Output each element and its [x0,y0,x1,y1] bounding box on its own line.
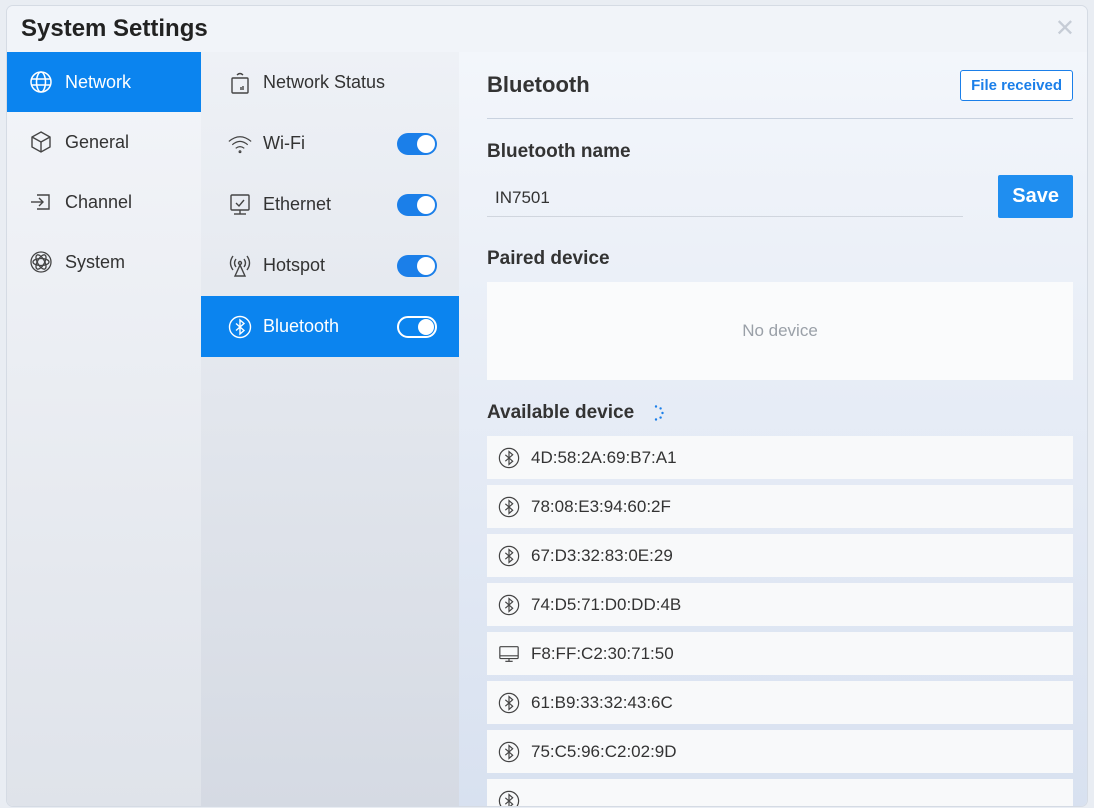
list-item[interactable]: 78:08:E3:94:60:2F [487,485,1073,528]
ethernet-toggle[interactable] [397,193,437,216]
list-item[interactable]: F8:FF:C2:30:71:50 [487,632,1073,675]
nav-item-label: Channel [65,191,133,212]
wifi-toggle[interactable] [397,132,437,155]
empty-state-text: No device [742,321,818,340]
bluetooth-icon [497,593,521,617]
subnav-item-wifi[interactable]: Wi-Fi [201,113,459,174]
loading-spinner-icon [648,405,664,421]
subnav-item-label: Wi-Fi [263,133,305,153]
router-icon [228,71,252,95]
nav-item-network[interactable]: Network [7,52,201,112]
device-mac: F8:FF:C2:30:71:50 [531,643,674,663]
ethernet-icon [228,193,252,217]
device-mac: 75:C5:96:C2:02:9D [531,741,677,761]
list-item[interactable]: 67:D3:32:83:0E:29 [487,534,1073,577]
bluetooth-icon [497,544,521,568]
bluetooth-icon [497,740,521,764]
list-item[interactable]: 61:B9:33:32:43:6C [487,681,1073,724]
bluetooth-icon [497,446,521,470]
bluetooth-toggle[interactable] [397,315,437,338]
file-received-button[interactable]: File received [960,69,1073,101]
list-item[interactable] [487,779,1073,806]
subnav-item-bluetooth[interactable]: Bluetooth [201,296,459,357]
subnav-item-label: Network Status [263,72,386,92]
subnav-item-label: Hotspot [263,255,326,275]
device-mac: 67:D3:32:83:0E:29 [531,545,673,565]
subnav-item-network-status[interactable]: Network Status [201,52,459,113]
nav-item-general[interactable]: General [7,112,201,172]
list-item[interactable]: 74:D5:71:D0:DD:4B [487,583,1073,626]
available-device-list: 4D:58:2A:69:B7:A1 78:08:E3:94:60:2F 67:D… [487,436,1073,806]
device-mac: 4D:58:2A:69:B7:A1 [531,447,677,467]
system-settings-window: System Settings ✕ Network General Channe… [7,6,1087,806]
bluetooth-icon [497,789,521,806]
nav-item-system[interactable]: System [7,232,201,292]
nav-item-label: General [65,131,130,152]
subnav-item-ethernet[interactable]: Ethernet [201,174,459,235]
bluetooth-icon [228,315,252,339]
cube-icon [29,130,53,154]
bluetooth-icon [497,495,521,519]
pane-header: Bluetooth File received [487,52,1073,119]
paired-device-heading: Paired device [487,248,610,269]
title-bar: System Settings ✕ [7,6,1087,52]
wifi-icon [228,132,252,156]
subnav-item-hotspot[interactable]: Hotspot [201,235,459,296]
atom-icon [29,250,53,274]
bluetooth-name-heading: Bluetooth name [487,141,631,162]
device-mac: 61:B9:33:32:43:6C [531,692,673,712]
nav-item-channel[interactable]: Channel [7,172,201,232]
input-icon [29,190,53,214]
paired-device-list: No device [487,282,1073,380]
nav-item-label: System [65,251,126,272]
save-button[interactable]: Save [998,175,1073,218]
window-title: System Settings [21,15,208,42]
subnav-item-label: Ethernet [263,194,332,214]
device-mac: 74:D5:71:D0:DD:4B [531,594,682,614]
hotspot-icon [228,254,252,278]
globe-icon [29,70,53,94]
main-nav: Network General Channel System [7,52,201,806]
list-item[interactable]: 75:C5:96:C2:02:9D [487,730,1073,773]
network-subnav: Network Status Wi-Fi Ethernet Hotspot Bl… [201,52,459,806]
close-icon[interactable]: ✕ [1055,17,1075,41]
nav-item-label: Network [65,71,132,92]
subnav-item-label: Bluetooth [263,316,340,336]
monitor-icon [497,642,521,666]
bluetooth-icon [497,691,521,715]
list-item[interactable]: 4D:58:2A:69:B7:A1 [487,436,1073,479]
hotspot-toggle[interactable] [397,254,437,277]
available-device-label: Available device [487,402,635,423]
device-mac: 78:08:E3:94:60:2F [531,496,671,516]
pane-title: Bluetooth [487,72,590,97]
bluetooth-pane: Bluetooth File received Bluetooth name I… [459,52,1087,806]
bluetooth-name-input[interactable]: IN7501 [487,176,963,217]
available-device-heading: Available device [487,402,1073,424]
